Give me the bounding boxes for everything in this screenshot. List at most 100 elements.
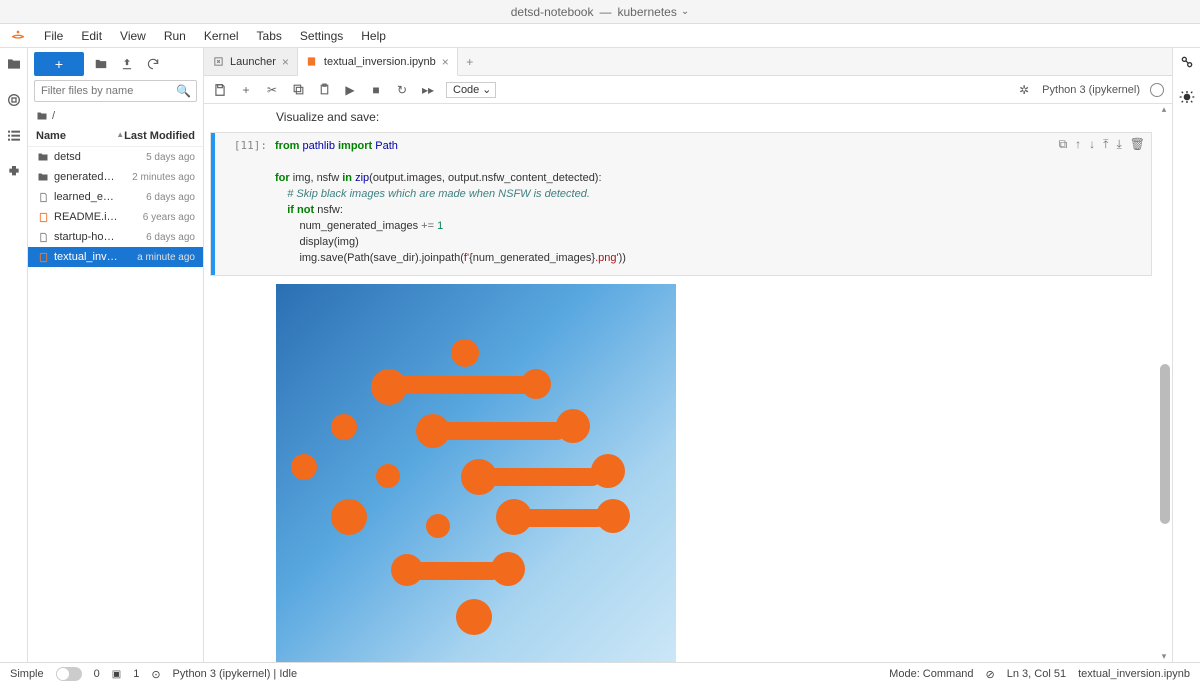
- status-file-name[interactable]: textual_inversion.ipynb: [1078, 668, 1190, 680]
- menu-run[interactable]: Run: [156, 26, 194, 46]
- file-name: detsd: [54, 151, 146, 163]
- chevron-down-icon[interactable]: ⌄: [681, 6, 689, 17]
- activity-bar-left: [0, 48, 28, 662]
- kernel-status-text[interactable]: Python 3 (ipykernel) | Idle: [173, 668, 298, 680]
- cut-icon[interactable]: ✂: [264, 82, 280, 98]
- running-icon[interactable]: [4, 90, 24, 110]
- vertical-scrollbar[interactable]: ▴ ▾: [1158, 104, 1172, 662]
- menubar: File Edit View Run Kernel Tabs Settings …: [0, 24, 1200, 48]
- code-cell[interactable]: [11]: from pathlib import Path for img, …: [210, 132, 1152, 276]
- notification-icon[interactable]: ⊘: [986, 668, 995, 681]
- header-name: Name: [36, 130, 112, 142]
- file-row[interactable]: README.i…6 years ago: [28, 207, 203, 227]
- tab-label: Launcher: [230, 56, 276, 68]
- menu-file[interactable]: File: [36, 26, 71, 46]
- refresh-icon[interactable]: [144, 55, 162, 73]
- jupyter-logo-icon[interactable]: [8, 26, 28, 46]
- scroll-up-icon[interactable]: ▴: [1158, 104, 1170, 115]
- scroll-down-icon[interactable]: ▾: [1158, 651, 1170, 662]
- copy-icon[interactable]: [290, 82, 306, 98]
- insert-above-icon[interactable]: ⤒: [1103, 137, 1108, 152]
- menu-help[interactable]: Help: [353, 26, 394, 46]
- menu-view[interactable]: View: [112, 26, 154, 46]
- notebook-icon: [306, 56, 318, 68]
- kernel-status-icon[interactable]: [1150, 83, 1164, 97]
- cursor-position[interactable]: Ln 3, Col 51: [1007, 668, 1066, 680]
- file-name: textual_inv…: [54, 251, 137, 263]
- kernel-name[interactable]: Python 3 (ipykernel): [1042, 84, 1140, 96]
- breadcrumb[interactable]: /: [28, 106, 203, 126]
- property-inspector-icon[interactable]: [1179, 54, 1195, 73]
- extensions-icon[interactable]: [4, 162, 24, 182]
- notebook-icon: [36, 250, 50, 264]
- notebook-body[interactable]: Visualize and save: [11]: from pathlib i…: [204, 104, 1172, 662]
- delete-icon[interactable]: 🗑: [1130, 137, 1145, 152]
- scrollbar-thumb[interactable]: [1160, 364, 1170, 524]
- file-list-header[interactable]: Name▲ Last Modified: [28, 126, 203, 147]
- folder-icon: [36, 150, 50, 164]
- upload-icon[interactable]: [118, 55, 136, 73]
- tab-label: textual_inversion.ipynb: [324, 56, 436, 68]
- file-time: 2 minutes ago: [132, 172, 195, 183]
- menu-edit[interactable]: Edit: [73, 26, 110, 46]
- debug-icon[interactable]: [1179, 89, 1195, 108]
- file-browser: + 🔍 / Name▲ Last Modified detsd5 days ag…: [28, 48, 204, 662]
- file-time: 6 years ago: [143, 212, 195, 223]
- menu-settings[interactable]: Settings: [292, 26, 351, 46]
- file-list: detsd5 days agogenerated…2 minutes agole…: [28, 147, 203, 662]
- activity-bar-right: [1172, 48, 1200, 662]
- close-icon[interactable]: ×: [282, 55, 289, 69]
- tab-add-button[interactable]: +: [458, 48, 482, 75]
- file-row[interactable]: generated…2 minutes ago: [28, 167, 203, 187]
- close-icon[interactable]: ×: [442, 55, 449, 69]
- add-cell-icon[interactable]: +: [238, 82, 254, 98]
- file-row[interactable]: textual_inv…a minute ago: [28, 247, 203, 267]
- file-name: startup-ho…: [54, 231, 146, 243]
- move-up-icon[interactable]: ↑: [1075, 137, 1081, 152]
- notebook-toolbar: + ✂ ▶ ■ ↻ ▸▸ Code ✲ Python 3 (ipykernel): [204, 76, 1172, 104]
- cell-type-select[interactable]: Code: [446, 82, 496, 98]
- menu-kernel[interactable]: Kernel: [196, 26, 247, 46]
- title-separator: —: [599, 5, 611, 19]
- tab-launcher[interactable]: Launcher ×: [204, 48, 298, 75]
- new-launcher-button[interactable]: +: [34, 52, 84, 76]
- file-row[interactable]: learned_e…6 days ago: [28, 187, 203, 207]
- duplicate-icon[interactable]: ⧉: [1059, 137, 1068, 152]
- insert-below-icon[interactable]: ⤓: [1116, 137, 1121, 152]
- simple-toggle[interactable]: [56, 667, 82, 681]
- file-row[interactable]: detsd5 days ago: [28, 147, 203, 167]
- file-time: 6 days ago: [146, 192, 195, 203]
- file-time: a minute ago: [137, 252, 195, 263]
- search-icon[interactable]: 🔍: [176, 84, 191, 98]
- save-icon[interactable]: [212, 82, 228, 98]
- file-row[interactable]: startup-ho…6 days ago: [28, 227, 203, 247]
- markdown-output: Visualize and save:: [276, 110, 1152, 124]
- cell-prompt: [11]:: [215, 133, 275, 275]
- folder-icon[interactable]: [4, 54, 24, 74]
- run-icon[interactable]: ▶: [342, 82, 358, 98]
- terminals-count[interactable]: 0: [94, 668, 100, 680]
- kernel-sessions-icon[interactable]: ⊙: [151, 668, 160, 681]
- menu-tabs[interactable]: Tabs: [249, 26, 290, 46]
- file-time: 5 days ago: [146, 152, 195, 163]
- status-bar: Simple 0 ▣ 1 ⊙ Python 3 (ipykernel) | Id…: [0, 662, 1200, 685]
- stop-icon[interactable]: ■: [368, 82, 384, 98]
- kernels-count[interactable]: 1: [133, 668, 139, 680]
- project-name: detsd-notebook: [511, 5, 594, 19]
- terminal-icon[interactable]: ▣: [112, 669, 121, 680]
- sort-asc-icon: ▲: [116, 130, 124, 142]
- bug-icon[interactable]: ✲: [1016, 82, 1032, 98]
- window-titlebar: detsd-notebook — kubernetes ⌄: [0, 0, 1200, 24]
- tab-bar: Launcher × textual_inversion.ipynb × +: [204, 48, 1172, 76]
- restart-icon[interactable]: ↻: [394, 82, 410, 98]
- context-name: kubernetes: [617, 5, 676, 19]
- mode-text[interactable]: Mode: Command: [889, 668, 973, 680]
- filter-files-input[interactable]: [34, 80, 197, 102]
- move-down-icon[interactable]: ↓: [1089, 137, 1095, 152]
- paste-icon[interactable]: [316, 82, 332, 98]
- tab-notebook[interactable]: textual_inversion.ipynb ×: [298, 48, 458, 76]
- fast-forward-icon[interactable]: ▸▸: [420, 82, 436, 98]
- code-source[interactable]: from pathlib import Path for img, nsfw i…: [275, 139, 1145, 267]
- new-folder-icon[interactable]: [92, 55, 110, 73]
- toc-icon[interactable]: [4, 126, 24, 146]
